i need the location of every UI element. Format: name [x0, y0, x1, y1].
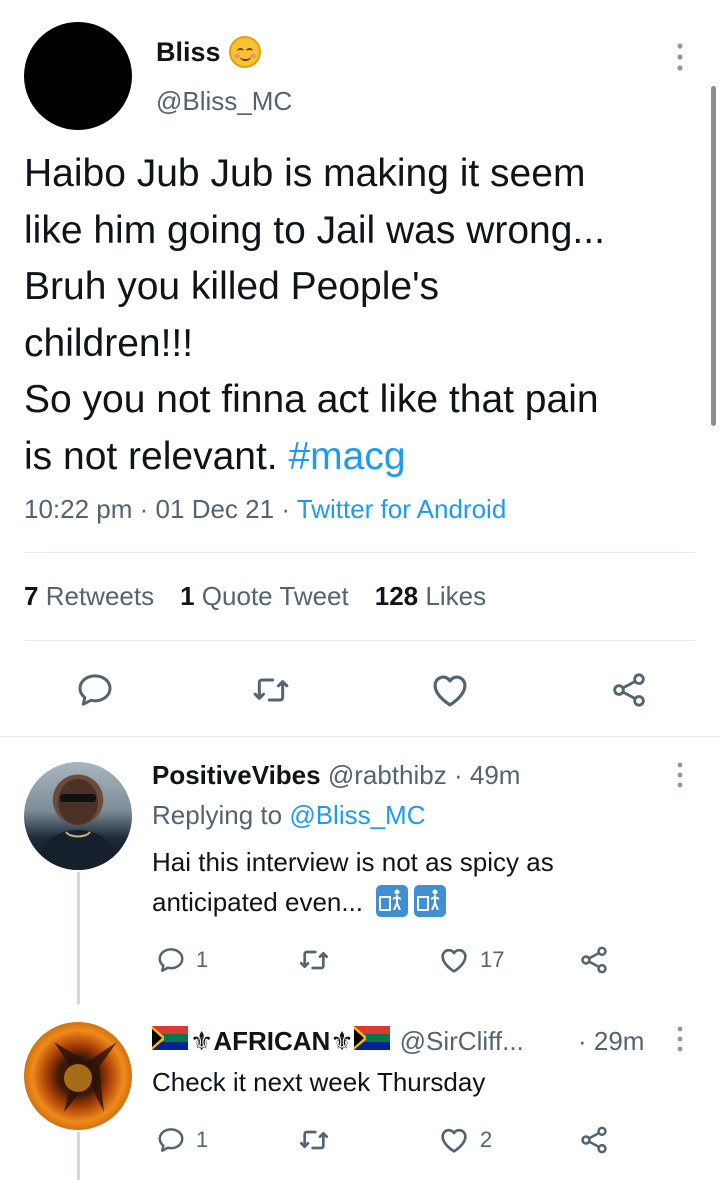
tweet-line-last: is not relevant. #macg	[24, 429, 704, 486]
south-africa-flag-icon	[152, 1026, 188, 1057]
reply-text-line-2: anticipated even...	[152, 882, 692, 928]
litter-bin-emoji-icon	[376, 885, 409, 928]
reply-retweet-button[interactable]	[298, 1120, 330, 1160]
reply-header: ⚜ AFRICAN ⚜ @SirCliff...	[152, 1026, 524, 1057]
reply-count: 1	[196, 1127, 209, 1152]
tweet-line: Bruh you killed People's	[24, 265, 440, 308]
share-icon	[581, 946, 607, 974]
meta-separator: ·	[139, 494, 149, 524]
reply-time: · 29m	[578, 1026, 645, 1056]
scrollbar[interactable]	[711, 86, 716, 426]
author-handle[interactable]: @Bliss_MC	[156, 86, 292, 117]
retweet-icon	[300, 950, 328, 970]
hashtag-link[interactable]: #macg	[288, 435, 405, 478]
reply-author-name[interactable]: AFRICAN	[213, 1026, 330, 1057]
reply-action-bar: 1 2	[0, 1120, 720, 1160]
avatar-photo-icon	[38, 779, 118, 870]
likes-count: 128	[374, 581, 419, 611]
heart-icon	[441, 948, 467, 973]
reply-reply-button[interactable]: 1	[156, 940, 208, 980]
tweet-line: children!!!	[24, 321, 194, 365]
replying-prefix: Replying to	[152, 800, 283, 830]
reply-text-line: Hai this interview is not as spicy as	[152, 847, 554, 877]
replying-to-link[interactable]: @Bliss_MC	[289, 800, 425, 830]
retweet-icon	[253, 678, 289, 702]
reply-text-line: anticipated even...	[152, 887, 364, 917]
replying-to: Replying to @Bliss_MC	[152, 800, 426, 831]
reply-like-button[interactable]: 17	[438, 940, 504, 980]
meta-separator: ·	[281, 494, 290, 524]
reply-retweet-button[interactable]	[298, 940, 330, 980]
reply-reply-button[interactable]: 1	[156, 1120, 208, 1160]
litter-bin-emoji-icon	[414, 885, 447, 928]
reply-header: PositiveVibes @rabthibz · 49m	[152, 760, 520, 791]
reply-text: Hai this interview is not as spicy as an…	[152, 842, 692, 928]
like-count: 2	[480, 1127, 493, 1152]
quotes-label: Quote Tweet	[201, 581, 349, 611]
heart-icon	[433, 675, 467, 707]
fleur-de-lis-icon: ⚜	[190, 1026, 214, 1056]
author-name[interactable]: Bliss	[156, 37, 221, 68]
share-icon	[613, 673, 645, 707]
like-button[interactable]	[426, 666, 474, 714]
avatar-artwork-icon	[54, 1042, 117, 1112]
tweet-line: like him going to Jail was wrong...	[24, 208, 605, 252]
tweet-time: 10:22 pm	[24, 494, 133, 524]
quotes-stat[interactable]: 1 Quote Tweet	[180, 581, 349, 612]
author-name-row[interactable]: Bliss	[156, 36, 261, 68]
retweet-icon	[300, 1130, 328, 1150]
tweet-action-bar	[0, 666, 720, 714]
tweet-line: So you not finna act like that pain	[24, 378, 599, 421]
reply-like-button[interactable]: 2	[438, 1120, 492, 1160]
likes-label: Likes	[425, 581, 487, 611]
reply-button[interactable]	[71, 666, 119, 714]
reply-icon	[158, 1128, 184, 1152]
tweet-meta: 10:22 pm · 01 Dec 21 · Twitter for Andro…	[24, 494, 506, 525]
like-count: 17	[480, 947, 505, 972]
reply-icon	[158, 948, 184, 972]
reply-time: · 49m	[453, 760, 521, 790]
tweet-text: Haibo Jub Jub is making it seem like him…	[24, 146, 704, 485]
heart-icon	[441, 1128, 467, 1153]
thread-line	[77, 872, 80, 1004]
reply-author-handle[interactable]: @rabthibz	[328, 760, 447, 790]
reply-count: 1	[196, 947, 209, 972]
divider	[24, 640, 696, 641]
reply-author-name[interactable]: PositiveVibes	[152, 760, 321, 790]
tweet-stats: 7 Retweets 1 Quote Tweet 128 Likes	[24, 581, 486, 612]
author-avatar[interactable]	[24, 22, 132, 130]
more-options-icon[interactable]	[670, 42, 690, 72]
likes-stat[interactable]: 128 Likes	[375, 581, 486, 612]
retweets-label: Retweets	[45, 581, 155, 611]
tweet-date: 01 Dec 21	[155, 494, 275, 524]
tweet-line: Haibo Jub Jub is making it seem	[24, 152, 586, 195]
reply-more-options-icon[interactable]	[670, 762, 690, 788]
reply-avatar[interactable]	[24, 1022, 132, 1130]
smiling-face-emoji-icon	[228, 36, 261, 68]
retweets-stat[interactable]: 7 Retweets	[24, 581, 154, 612]
share-icon	[581, 1126, 607, 1154]
retweet-button[interactable]	[247, 666, 295, 714]
reply-more-options-icon[interactable]	[670, 1026, 690, 1052]
divider	[24, 552, 696, 553]
reply-action-bar: 1 17	[0, 940, 720, 980]
reply-share-button[interactable]	[578, 1120, 610, 1160]
fleur-de-lis-icon: ⚜	[330, 1026, 354, 1056]
section-separator	[0, 736, 720, 737]
reply-avatar[interactable]	[24, 762, 132, 870]
tweet-source-link[interactable]: Twitter for Android	[297, 494, 507, 524]
retweets-count: 7	[24, 581, 39, 611]
quotes-count: 1	[180, 581, 195, 611]
reply-share-button[interactable]	[578, 940, 610, 980]
south-africa-flag-icon	[353, 1026, 390, 1057]
reply-author-handle[interactable]: @SirCliff...	[400, 1026, 524, 1057]
reply-text: Check it next week Thursday	[152, 1067, 486, 1097]
share-button[interactable]	[605, 666, 653, 714]
reply-icon	[78, 674, 112, 706]
tweet-line: is not relevant.	[24, 434, 289, 478]
